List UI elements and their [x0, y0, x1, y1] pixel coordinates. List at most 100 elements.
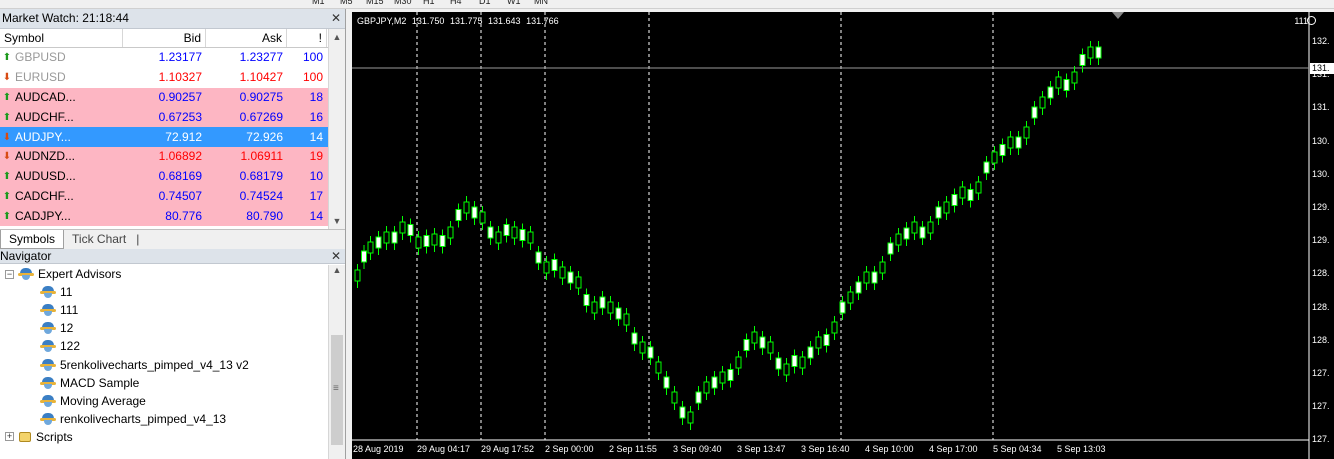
timeframe-button-d1[interactable]: D1: [479, 0, 491, 6]
expert-label: Moving Average: [60, 393, 146, 408]
chart-badge: 111: [1294, 16, 1308, 26]
expert-item[interactable]: MACD Sample: [0, 374, 328, 392]
expert-item[interactable]: 122: [0, 337, 328, 355]
time-axis-label: 29 Aug 04:17: [417, 444, 471, 454]
market-watch-close-icon[interactable]: ✕: [331, 11, 341, 25]
tab-symbols[interactable]: Symbols: [0, 230, 65, 249]
candle-bear: [759, 336, 766, 349]
expert-item[interactable]: 11: [0, 283, 328, 301]
candle-bull: [911, 221, 918, 234]
market-watch-scrollbar[interactable]: ▲ ▼: [328, 29, 345, 229]
market-watch-header: Symbol Bid Ask !: [0, 29, 328, 48]
candle-bear: [951, 194, 958, 206]
price-axis-label: 127.: [1312, 401, 1330, 412]
timeframe-button-m5[interactable]: M5: [340, 0, 353, 6]
candle-bear: [1031, 106, 1038, 119]
candle-bull: [527, 231, 534, 244]
chart-open: 131.750: [411, 16, 445, 26]
timeframe-button-m1[interactable]: M1: [312, 0, 325, 6]
expert-advisor-icon: [18, 268, 34, 281]
arrow-up-icon: ⬆: [2, 210, 12, 222]
candle-bear: [903, 227, 910, 240]
symbol-row[interactable]: ⬇ AUDNZD... 1.06892 1.06911 19: [0, 146, 328, 167]
scroll-up-icon[interactable]: ▲: [329, 265, 345, 275]
candle-bull: [991, 151, 998, 164]
symbol-row[interactable]: ⬆ AUDUSD... 0.68169 0.68179 10: [0, 166, 328, 187]
scroll-down-icon[interactable]: ▼: [329, 213, 345, 229]
candle-bull: [943, 201, 950, 214]
expand-icon[interactable]: +: [5, 432, 14, 442]
timeframe-button-h4[interactable]: H4: [450, 0, 462, 6]
symbol-row[interactable]: ⬆ GBPUSD 1.23177 1.23277 100: [0, 48, 328, 68]
arrow-down-icon: ⬇: [2, 151, 12, 163]
chart-canvas[interactable]: [352, 12, 1334, 459]
candle-bull: [895, 233, 902, 246]
timeframe-button-w1[interactable]: W1: [507, 0, 521, 6]
column-spread[interactable]: !: [287, 29, 327, 47]
tab-tick-chart[interactable]: Tick Chart: [64, 230, 134, 249]
candle-bull: [831, 321, 838, 334]
bid-cell: 72.912: [165, 129, 202, 144]
symbol-row[interactable]: ⬆ AUDCAD... 0.90257 0.90275 18: [0, 87, 328, 108]
expert-item[interactable]: renkolivecharts_pimped_v4_13: [0, 410, 328, 428]
expert-label: renkolivecharts_pimped_v4_13: [60, 411, 227, 426]
navigator-scrollbar[interactable]: ▲ ≡: [328, 265, 345, 459]
candle-bear: [663, 376, 670, 389]
tree-expert-advisors[interactable]: − Expert Advisors: [0, 265, 328, 283]
symbol-name: CADJPY...: [15, 208, 71, 223]
navigator-close-icon[interactable]: ✕: [331, 249, 341, 263]
arrow-down-icon: ⬇: [2, 72, 12, 84]
expert-item[interactable]: 5renkolivecharts_pimped_v4_13 v2: [0, 355, 328, 373]
candle-bull: [815, 336, 822, 349]
candle-bull: [479, 211, 486, 224]
time-axis-label: 5 Sep 04:34: [993, 444, 1042, 454]
timeframe-button-h1[interactable]: H1: [423, 0, 435, 6]
timeframe-button-mn[interactable]: MN: [534, 0, 548, 6]
candle-bull: [687, 411, 694, 424]
expert-label: 12: [60, 321, 74, 336]
chart-shift-marker-icon[interactable]: [1112, 12, 1124, 19]
bid-cell: 0.68169: [158, 169, 202, 184]
expert-item[interactable]: 12: [0, 319, 328, 337]
expert-advisor-icon: [40, 412, 56, 425]
column-symbol[interactable]: Symbol: [0, 29, 123, 47]
collapse-icon[interactable]: −: [5, 269, 14, 279]
symbol-row[interactable]: ⬇ EURUSD 1.10327 1.10427 100: [0, 67, 328, 88]
candle-bear: [375, 236, 382, 249]
candle-bear: [503, 224, 510, 236]
expert-item[interactable]: 111: [0, 301, 328, 319]
expert-label: 111: [60, 303, 79, 318]
symbol-row[interactable]: ⬆ AUDCHF... 0.67253 0.67269 16: [0, 107, 328, 128]
ask-cell: 0.68179: [239, 169, 283, 184]
timeframe-button-m15[interactable]: M15: [366, 0, 384, 6]
candle-bear: [487, 226, 494, 239]
symbol-row[interactable]: ⬇ AUDJPY... 72.912 72.926 14: [0, 127, 328, 147]
spread-cell: 16: [309, 109, 323, 124]
market-watch-panel: Market Watch: 21:18:44 ✕ Symbol Bid Ask …: [0, 9, 346, 249]
candle-bear: [407, 224, 414, 236]
price-chart[interactable]: GBPJPY,M2 131.750 131.775 131.643 131.76…: [352, 12, 1334, 459]
symbol-cell: ⬆ GBPUSD: [0, 48, 123, 67]
scroll-up-icon[interactable]: ▲: [329, 29, 345, 45]
candle-bear: [1063, 79, 1070, 91]
chart-low: 131.643: [488, 16, 521, 26]
time-axis-label: 3 Sep 13:47: [737, 444, 786, 454]
timeframe-button-m30[interactable]: M30: [394, 0, 412, 6]
candle-bear: [551, 259, 558, 271]
arrow-down-icon: ⬇: [2, 131, 12, 143]
bid-cell: 80.776: [165, 208, 202, 223]
market-watch-tabs: Symbols Tick Chart |: [0, 229, 345, 249]
expert-item[interactable]: Moving Average: [0, 392, 328, 410]
tree-label: Scripts: [36, 429, 73, 444]
symbol-row[interactable]: ⬆ CADJPY... 80.776 80.790 14: [0, 206, 328, 227]
candle-bear: [1095, 46, 1102, 59]
arrow-up-icon: ⬆: [2, 190, 12, 202]
symbol-row[interactable]: ⬆ CADCHF... 0.74507 0.74524 17: [0, 186, 328, 207]
tree-scripts[interactable]: + Scripts: [0, 428, 328, 446]
column-ask[interactable]: Ask: [206, 29, 287, 47]
candle-bull: [607, 301, 614, 314]
navigator-panel: Navigator ✕ − Expert Advisors 11 111 12 122…: [0, 249, 346, 459]
symbol-name: EURUSD: [15, 70, 66, 85]
candle-bull: [367, 241, 374, 254]
column-bid[interactable]: Bid: [123, 29, 206, 47]
